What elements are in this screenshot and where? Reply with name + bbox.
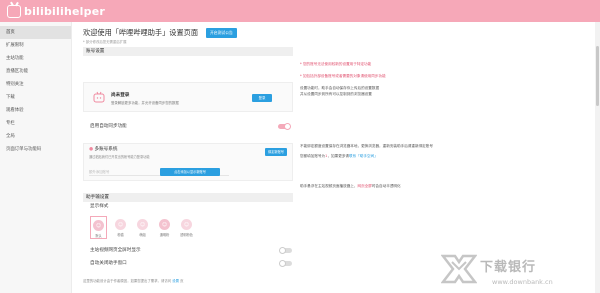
watermark-url: www.downbank.cn bbox=[492, 278, 553, 286]
settings-link[interactable]: 设置 bbox=[172, 279, 179, 283]
bilibili-tv-icon bbox=[7, 4, 21, 18]
sidebar-item-main-site[interactable]: 主站功能 bbox=[0, 52, 71, 65]
sidebar-item-column[interactable]: 专栏 bbox=[0, 117, 71, 130]
sidebar-item-home[interactable]: 首页 bbox=[0, 26, 71, 39]
helper-face-icon: ☺ bbox=[181, 219, 192, 230]
sidebar-item-live[interactable]: 直播区功能 bbox=[0, 65, 71, 78]
logo-text: bilibilihelper bbox=[24, 4, 105, 18]
login-description: 登录解锁更多功能，并允许设备同步您的数据 bbox=[111, 101, 179, 105]
auto-close-label: 自动关闭助手窗口 bbox=[90, 261, 127, 266]
sidebar-item-download[interactable]: 下载 bbox=[0, 91, 71, 104]
multi-note-1: 不能绑定额度设置保存在浏览器本地，更换浏览器，重新安装助手后请重新绑定账号 bbox=[300, 144, 433, 148]
toggle-knob bbox=[279, 260, 286, 267]
sidebar-item-special-follow[interactable]: 特别关注 bbox=[0, 78, 71, 91]
main-panel: 欢迎使用「哔哩哔哩助手」设置页面 开启测试公告 * 部分修改后您无需重启扩展 账… bbox=[80, 22, 298, 293]
app-logo[interactable]: bilibilihelper bbox=[7, 3, 105, 19]
tv-avatar-icon bbox=[93, 91, 105, 103]
page-title: 欢迎使用「哔哩哔哩助手」设置页面 bbox=[83, 28, 199, 37]
helper-face-icon: ☺ bbox=[93, 220, 104, 231]
auto-close-toggle[interactable] bbox=[279, 260, 292, 267]
float-video-label: 主站视频网页全屏时显示 bbox=[90, 248, 141, 253]
icon-option-transparent-pink-alt[interactable]: ☺ 透明粉色 bbox=[178, 216, 195, 239]
multi-account-title: ● 多账号系统 bbox=[89, 147, 118, 152]
sidebar-item-extension-limits[interactable]: 扩展限制 bbox=[0, 39, 71, 52]
add-account-button[interactable]: 点击添加以显示新账号 bbox=[160, 168, 220, 176]
sidebar-item-global[interactable]: 全局 bbox=[0, 130, 71, 143]
login-title: 尚未登录 bbox=[111, 93, 130, 98]
warning-note-2: * 如包括外部设备账号或者需要的对象请使用同步功能 bbox=[300, 74, 386, 78]
icon-option-pink-cat[interactable]: ☺ 粉猫 bbox=[112, 216, 129, 239]
contact-link[interactable]: 联系「助手空间」 bbox=[349, 154, 378, 158]
display-style-label: 显示样式 bbox=[90, 204, 109, 209]
helper-section-header: 助手输设置 bbox=[83, 193, 293, 202]
login-card: 尚未登录 登录解锁更多功能，并允许设备同步您的数据 登录 bbox=[83, 82, 293, 112]
display-note: 助手悬浮在主站视频页面播放器上，网页全屏时会自动半透明化 bbox=[300, 184, 401, 188]
icon-option-transparent-pink[interactable]: ☺ 通明粉 bbox=[156, 216, 173, 239]
watermark-logo-icon bbox=[441, 254, 477, 284]
icon-option-cute[interactable]: ☺ 萌姐 bbox=[134, 216, 151, 239]
sidebar-item-viewing[interactable]: 观看体验 bbox=[0, 104, 71, 117]
help-notes-panel: * 您的账号无法使用较新的设置用于特定功能 * 如包括外部设备账号或者需要的对象… bbox=[298, 22, 600, 293]
helper-face-icon: ☺ bbox=[137, 219, 148, 230]
test-notice-button[interactable]: 开启测试公告 bbox=[206, 28, 237, 38]
scrollbar[interactable] bbox=[595, 22, 600, 293]
multi-note-2: 您都填加账号为1，如果更多请联系「助手空间」 bbox=[300, 154, 378, 158]
toggle-knob bbox=[279, 247, 286, 254]
icon-style-options: ☺ 默认 ☺ 粉猫 ☺ 萌姐 ☺ 通明粉 ☺ 透明粉色 bbox=[90, 216, 195, 239]
login-button[interactable]: 登录 bbox=[252, 94, 272, 102]
auto-sync-label: 启用自动同步功能 bbox=[90, 124, 127, 129]
sidebar: 首页 扩展限制 主站功能 直播区功能 特别关注 下载 观看体验 专栏 全局 页面… bbox=[0, 22, 72, 293]
footer-note: 这里的功能设计由于作者原因，如果您提出了需求，请访问 设置 页 bbox=[83, 279, 184, 283]
page-subtitle: * 部分修改后您无需重启扩展 bbox=[83, 40, 127, 44]
bind-account-button[interactable]: 绑定新账号 bbox=[265, 148, 287, 156]
helper-face-icon: ☺ bbox=[115, 219, 126, 230]
auto-sync-toggle[interactable] bbox=[278, 123, 291, 130]
top-bar: bilibilihelper bbox=[0, 0, 600, 22]
float-video-toggle[interactable] bbox=[279, 247, 292, 254]
helper-face-icon: ☺ bbox=[159, 219, 170, 230]
toggle-knob bbox=[284, 123, 291, 130]
sync-note-2: 并从设置同步到所有可以控制到的浏览器设置 bbox=[300, 92, 372, 96]
account-section-header: 账号设置 bbox=[83, 47, 293, 56]
watermark-text: 下载银行 bbox=[480, 260, 537, 275]
multi-account-desc: 通过粘贴我们已开发出的帐号能力登录功能 bbox=[89, 155, 150, 159]
sidebar-item-orders[interactable]: 页面订单与功能码 bbox=[0, 143, 71, 156]
scroll-thumb[interactable] bbox=[596, 46, 599, 106]
warning-note-1: * 您的账号无法使用较新的设置用于特定功能 bbox=[300, 62, 372, 66]
sync-note-1: 设置功能时，助手会自动保存你上传后的设置数据 bbox=[300, 86, 380, 90]
icon-option-default[interactable]: ☺ 默认 bbox=[90, 216, 107, 239]
multi-account-card: ● 多账号系统 通过粘贴我们已开发出的帐号能力登录功能 绑定新账号 额外添加账号… bbox=[83, 143, 293, 181]
